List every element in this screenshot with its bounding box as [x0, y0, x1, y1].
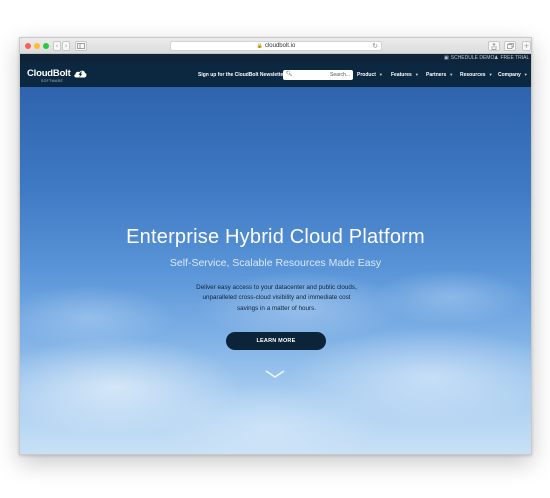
hero-description: Deliver easy access to your datacenter a…: [180, 283, 373, 314]
logo-subtext: SOFTWARE: [41, 79, 64, 83]
nav-resources-label: Resources: [460, 72, 486, 78]
schedule-demo-link[interactable]: ▣ SCHEDULE DEMO: [444, 54, 494, 63]
calendar-icon: ▣: [444, 55, 449, 61]
chevron-down-icon: ▼: [414, 72, 419, 77]
search-placeholder: Search...: [329, 72, 350, 78]
sidebar-toggle-button[interactable]: [75, 41, 87, 51]
hero-description-line: unparalleled cross-cloud visibility and …: [202, 294, 351, 302]
tabs-icon: [506, 43, 514, 49]
hero-section: Enterprise Hybrid Cloud Platform Self-Se…: [20, 87, 531, 454]
chevron-down-icon: ▼: [488, 72, 493, 77]
hero-title: Enterprise Hybrid Cloud Platform: [126, 226, 425, 248]
schedule-demo-label: SCHEDULE DEMO: [450, 55, 495, 61]
cloud-bolt-icon: [74, 70, 87, 78]
hero-description-line: Deliver easy access to your datacenter a…: [196, 284, 357, 291]
maximize-window-button[interactable]: [43, 43, 49, 49]
nav-company[interactable]: Company ▼: [498, 72, 528, 78]
main-navigation: CloudBolt SOFTWARE Sign up for the Cloud…: [20, 63, 531, 87]
back-button[interactable]: ‹: [53, 41, 61, 51]
learn-more-button[interactable]: LEARN MORE: [226, 332, 326, 350]
share-icon: [491, 43, 497, 50]
sidebar-icon: [77, 43, 85, 49]
search-icon: 🔍︎: [286, 71, 293, 77]
reload-icon[interactable]: ↻: [372, 42, 378, 50]
tabs-overview-button[interactable]: [504, 41, 516, 51]
new-tab-button[interactable]: +: [522, 41, 531, 51]
free-trial-label: FREE TRIAL: [500, 55, 530, 61]
user-icon: ♟: [494, 55, 499, 61]
free-trial-link[interactable]: ♟ FREE TRIAL: [494, 54, 529, 63]
nav-company-label: Company: [498, 72, 521, 78]
minimize-window-button[interactable]: [34, 43, 40, 49]
browser-titlebar: ‹ › 🔒 cloudbolt.io ↻ +: [20, 38, 531, 54]
chevron-down-icon: ▼: [378, 72, 383, 77]
cloudbolt-logo[interactable]: CloudBolt SOFTWARE: [27, 68, 87, 83]
forward-button[interactable]: ›: [62, 41, 70, 51]
nav-features[interactable]: Features ▼: [391, 72, 419, 78]
newsletter-signup-link[interactable]: Sign up for the CloudBolt Newsletter!: [198, 72, 287, 78]
close-window-button[interactable]: [25, 43, 31, 49]
nav-resources[interactable]: Resources ▼: [460, 72, 493, 78]
hero-subtitle: Self-Service, Scalable Resources Made Ea…: [169, 257, 382, 269]
scroll-down-chevron-icon[interactable]: [264, 369, 286, 379]
nav-partners[interactable]: Partners ▼: [426, 72, 453, 78]
search-input[interactable]: 🔍︎ Search...: [283, 70, 353, 80]
nav-partners-label: Partners: [426, 72, 447, 78]
hero-description-line: savings in a matter of hours.: [236, 304, 317, 312]
address-bar[interactable]: 🔒 cloudbolt.io ↻: [170, 41, 382, 51]
url-text: cloudbolt.io: [264, 43, 296, 49]
browser-window: ‹ › 🔒 cloudbolt.io ↻ + ▣ SCHEDULE DEMO ♟…: [19, 37, 532, 455]
chevron-down-icon: ▼: [449, 72, 454, 77]
utility-bar: ▣ SCHEDULE DEMO ♟ FREE TRIAL: [20, 54, 531, 63]
share-button[interactable]: [488, 41, 500, 51]
lock-icon: 🔒: [256, 43, 263, 49]
nav-product[interactable]: Product ▼: [357, 72, 383, 78]
nav-product-label: Product: [357, 72, 376, 78]
chevron-down-icon: ▼: [523, 72, 528, 77]
nav-features-label: Features: [391, 72, 412, 78]
